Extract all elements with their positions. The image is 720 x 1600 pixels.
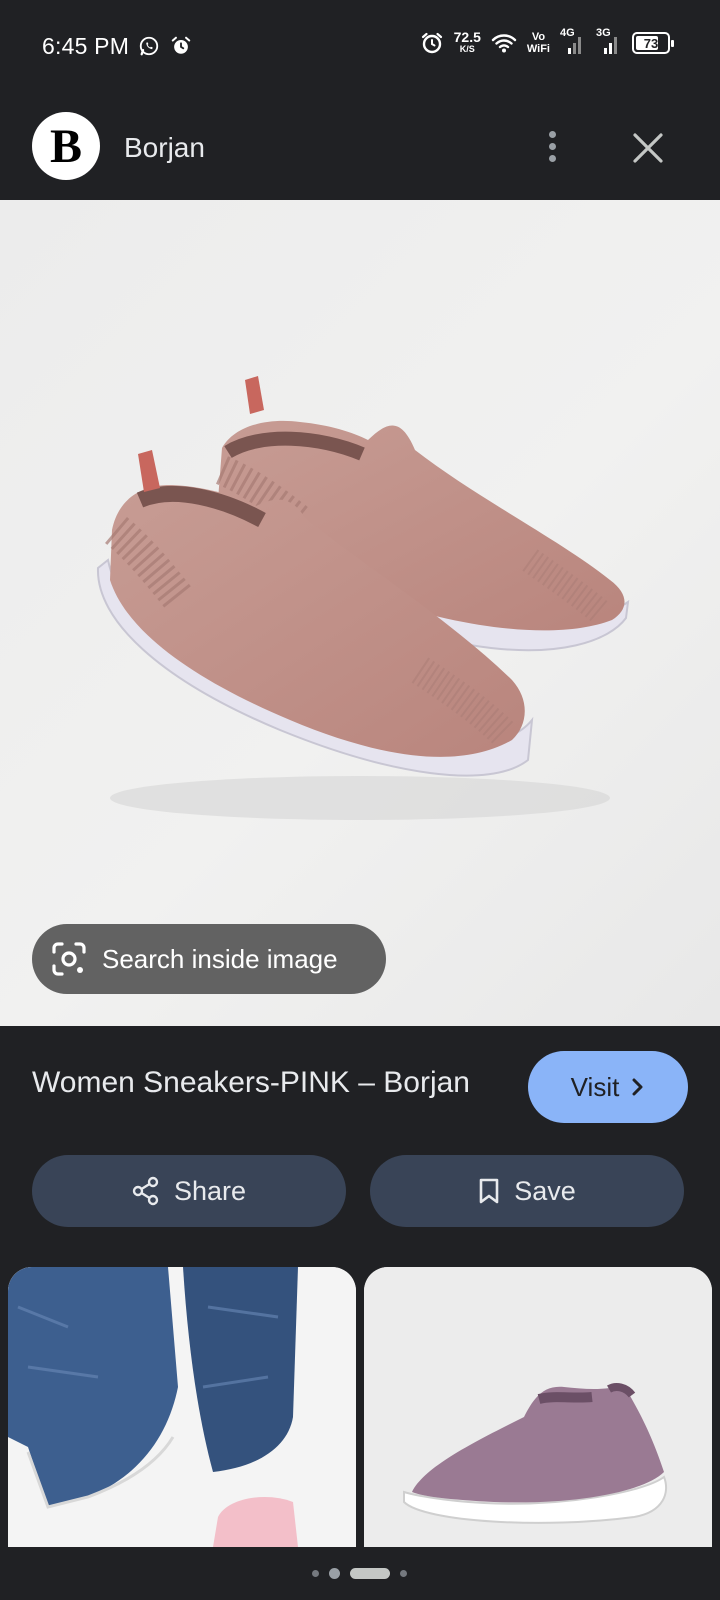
share-icon — [132, 1176, 159, 1206]
alarm-icon — [171, 36, 191, 54]
alarm-icon — [421, 32, 442, 54]
share-button[interactable]: Share — [32, 1155, 346, 1227]
result-title[interactable]: Women Sneakers-PINK – Borjan — [32, 1066, 470, 1100]
battery-indicator: 73 — [632, 32, 674, 54]
share-label: Share — [173, 1175, 247, 1206]
related-image-card[interactable] — [364, 1267, 712, 1547]
page-indicator — [312, 1568, 407, 1579]
search-inside-label: Search inside image — [102, 943, 338, 974]
battery-percent: 73 — [643, 35, 659, 51]
signal-3g: 3G — [596, 27, 622, 56]
site-name[interactable]: Borjan — [124, 132, 205, 164]
site-logo[interactable]: B — [32, 112, 100, 180]
bookmark-icon — [479, 1178, 499, 1204]
save-label: Save — [514, 1175, 576, 1206]
chevron-right-icon — [632, 1078, 643, 1096]
whatsapp-icon — [139, 36, 159, 56]
signal-4g: 4G — [560, 27, 586, 56]
network-speed: 72.5 K/S — [454, 30, 481, 55]
save-button[interactable]: Save — [370, 1155, 684, 1227]
signal-icon — [604, 37, 617, 54]
volte-wifi-indicator: Vo WiFi — [526, 31, 550, 55]
related-image-card[interactable] — [8, 1267, 356, 1547]
related-image-sneaker — [364, 1267, 712, 1547]
related-image-jeans — [8, 1267, 356, 1547]
product-image[interactable]: Search inside image — [0, 200, 720, 1026]
status-bar: 6:45 PM 72.5 K/S Vo WiFi 4G 3G 73 — [0, 0, 720, 94]
more-options-button[interactable] — [534, 124, 570, 168]
visit-button[interactable]: Visit — [528, 1051, 688, 1123]
more-vert-icon — [548, 130, 556, 138]
wifi-icon — [491, 34, 517, 53]
google-lens-icon — [52, 942, 86, 976]
status-time: 6:45 PM — [42, 33, 130, 59]
visit-label: Visit — [570, 1071, 620, 1102]
sneakers-image — [96, 376, 630, 820]
viewer-header: B Borjan — [0, 94, 720, 200]
search-inside-image-button[interactable]: Search inside image — [32, 924, 386, 994]
close-button[interactable] — [626, 126, 670, 170]
signal-icon — [568, 37, 581, 54]
